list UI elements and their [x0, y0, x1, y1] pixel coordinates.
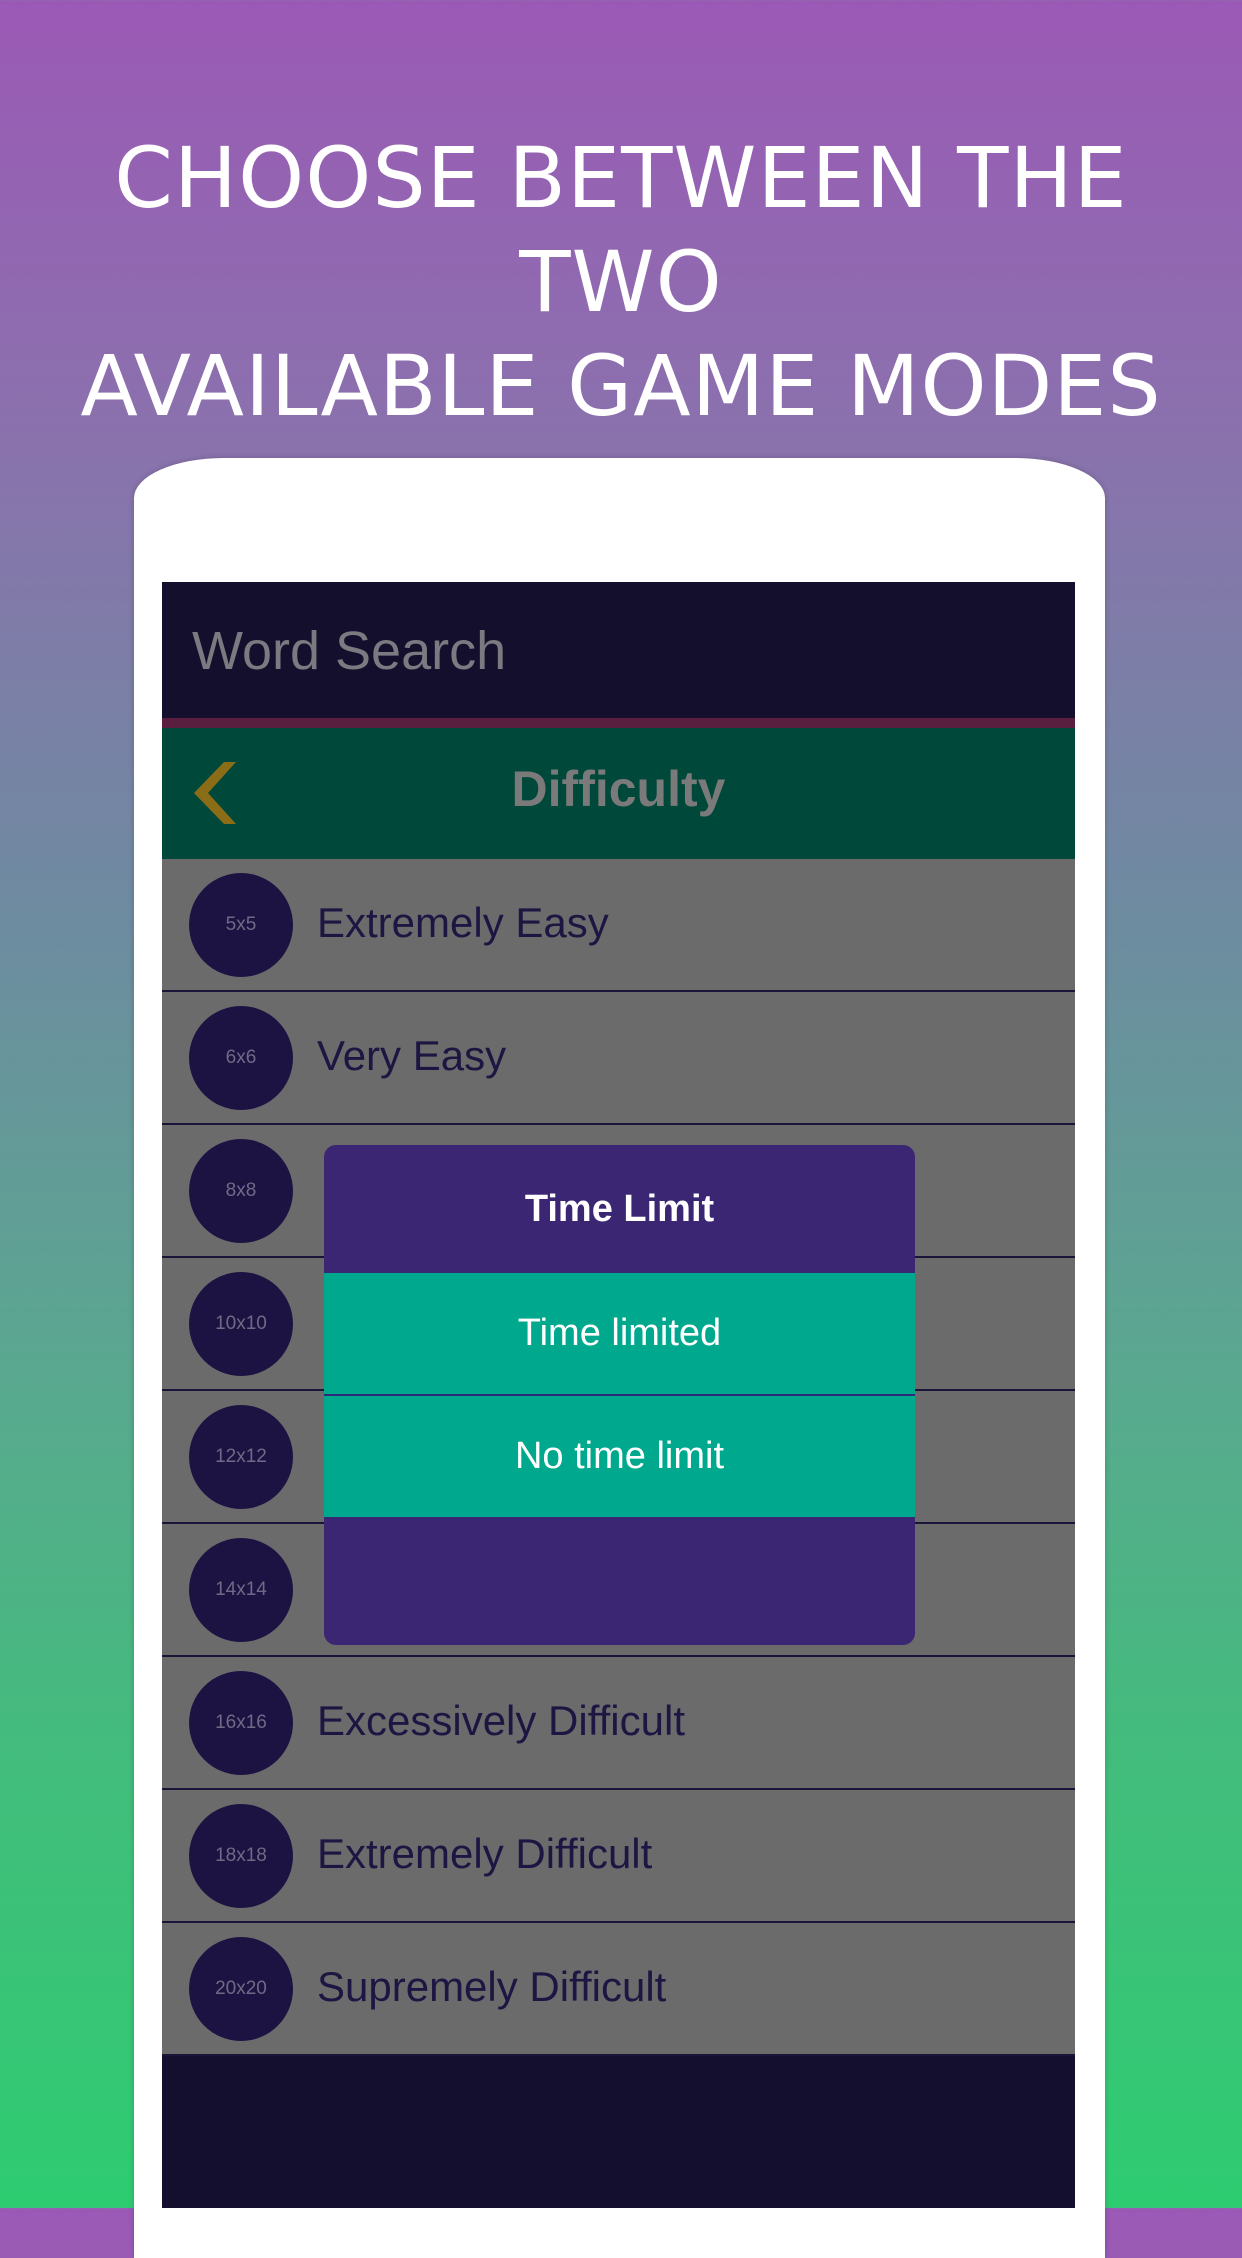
accent-divider: [162, 718, 1075, 728]
difficulty-label: Extremely Easy: [317, 899, 609, 946]
dialog-title: Time Limit: [524, 1188, 715, 1230]
grid-size-badge: 10x10: [189, 1272, 293, 1376]
difficulty-row[interactable]: 18x18 Extremely Difficult: [162, 1790, 1075, 1923]
difficulty-row[interactable]: 6x6 Very Easy: [162, 992, 1075, 1125]
grid-size-badge: 5x5: [189, 873, 293, 977]
grid-size-badge: 20x20: [189, 1937, 293, 2041]
difficulty-row[interactable]: 16x16 Excessively Difficult: [162, 1657, 1075, 1790]
headline-line-1: CHOOSE BETWEEN THE TWO: [114, 129, 1128, 331]
app-bar: Word Search: [162, 582, 1075, 718]
grid-size-badge: 14x14: [189, 1538, 293, 1642]
time-limited-option[interactable]: Time limited: [324, 1273, 915, 1394]
difficulty-label: Very Easy: [317, 1032, 507, 1079]
grid-size-badge: 12x12: [189, 1405, 293, 1509]
app-title: Word Search: [192, 621, 507, 681]
grid-size-badge: 18x18: [189, 1804, 293, 1908]
time-limit-dialog: Time Limit Time limited No time limit: [324, 1145, 915, 1645]
grid-size-badge: 16x16: [189, 1671, 293, 1775]
screen-header: Difficulty: [162, 728, 1075, 859]
grid-size-badge: 8x8: [189, 1139, 293, 1243]
difficulty-label: Supremely Difficult: [317, 1963, 667, 2010]
difficulty-row[interactable]: 5x5 Extremely Easy: [162, 859, 1075, 992]
promo-headline: CHOOSE BETWEEN THE TWO AVAILABLE GAME MO…: [0, 126, 1242, 438]
no-time-limit-option[interactable]: No time limit: [324, 1394, 915, 1517]
difficulty-label: Excessively Difficult: [317, 1697, 685, 1744]
difficulty-label: Extremely Difficult: [317, 1830, 653, 1877]
app-screen: Word Search Difficulty 5x5 Extremely Eas…: [162, 582, 1075, 2208]
grid-size-badge: 6x6: [189, 1006, 293, 1110]
headline-line-2: AVAILABLE GAME MODES: [80, 337, 1162, 435]
screen-title: Difficulty: [511, 761, 726, 817]
difficulty-row[interactable]: 20x20 Supremely Difficult: [162, 1923, 1075, 2056]
